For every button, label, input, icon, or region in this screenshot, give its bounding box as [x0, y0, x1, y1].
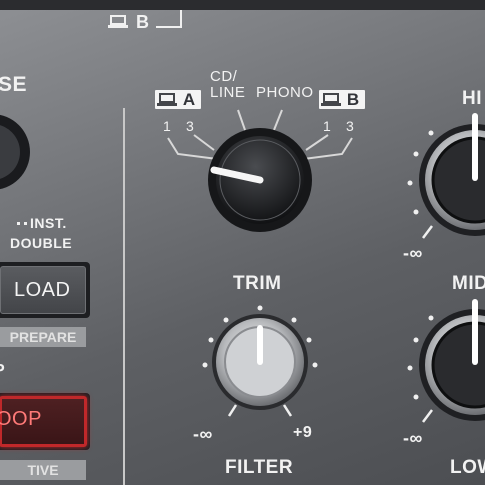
knob-layer	[167, 109, 485, 423]
mid-knob[interactable]	[419, 299, 485, 421]
mixer-panel: B SE INST. DOUBLE LOAD PREPARE P OOP TIV…	[0, 0, 485, 485]
trim-knob[interactable]	[212, 314, 308, 410]
input-selector-knob[interactable]	[208, 128, 312, 232]
